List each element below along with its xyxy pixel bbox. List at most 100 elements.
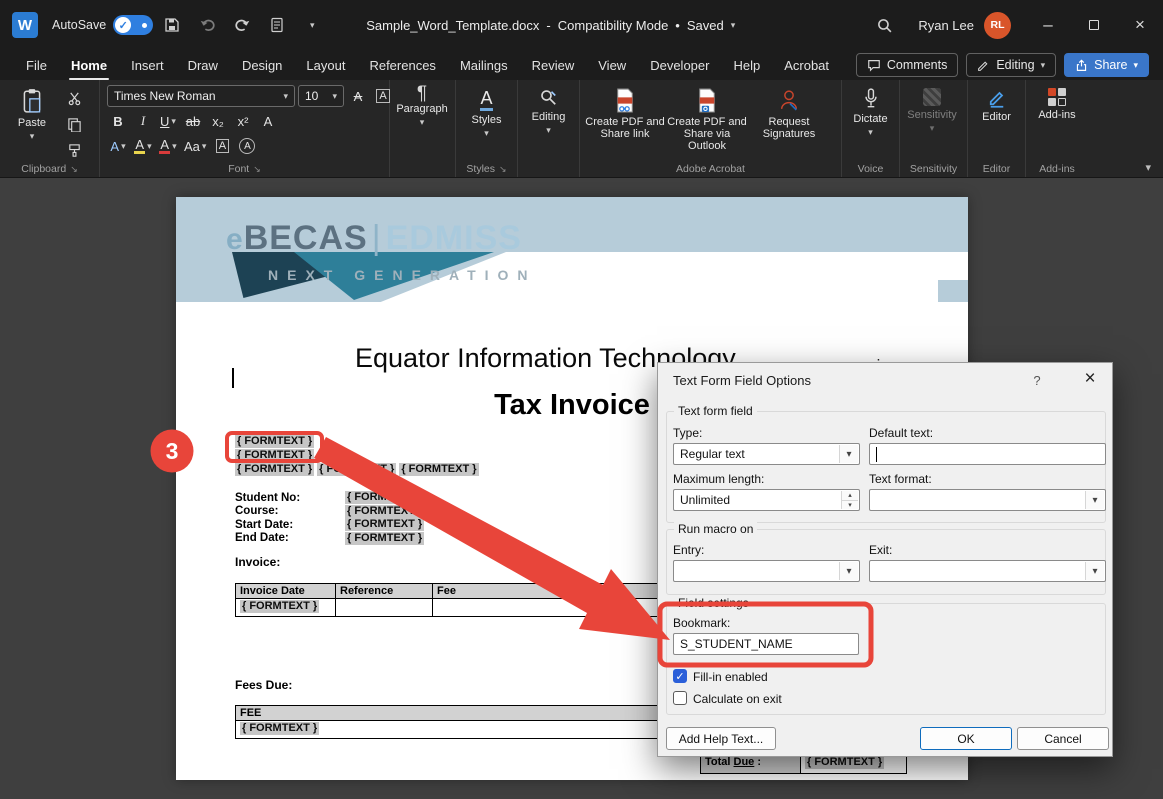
underline-button[interactable]: U▾ (157, 110, 179, 132)
spinner-buttons[interactable]: ▴▾ (841, 491, 858, 509)
highlight-color-button[interactable]: A▾ (132, 135, 154, 157)
formtext-field[interactable]: { FORMTEXT } (399, 463, 478, 476)
formtext-field[interactable]: { FORMTEXT } (235, 449, 314, 462)
search-button[interactable] (868, 9, 900, 41)
formtext-field[interactable]: { FORMTEXT } (235, 435, 314, 448)
comments-button[interactable]: Comments (856, 53, 958, 77)
entry-macro-select[interactable]: ▾ (673, 560, 860, 582)
cancel-button[interactable]: Cancel (1017, 727, 1109, 750)
tab-help[interactable]: Help (721, 50, 772, 80)
tab-draw[interactable]: Draw (176, 50, 230, 80)
editor-button[interactable]: Editor (972, 85, 1021, 123)
dialog-close-button[interactable]: × (1072, 365, 1108, 393)
dictate-button[interactable]: Dictate ▾ (846, 85, 895, 137)
bookmark-input[interactable]: S_STUDENT_NAME (673, 633, 859, 655)
add-help-text-button[interactable]: Add Help Text... (666, 727, 776, 750)
user-avatar[interactable]: RL (984, 12, 1011, 39)
character-shading-button[interactable]: A (211, 135, 233, 157)
formtext-field[interactable]: { FORMTEXT } (345, 518, 424, 531)
formtext-field[interactable]: { FORMTEXT } (345, 505, 424, 518)
quick-access-more-button[interactable]: ▾ (296, 9, 328, 41)
subscript-button[interactable]: x₂ (207, 110, 229, 132)
clipboard-small-buttons (63, 85, 85, 161)
fill-in-enabled-label[interactable]: Fill-in enabled (693, 670, 768, 684)
change-case-button[interactable]: Aa▾ (182, 135, 208, 157)
styles-group-label[interactable]: Styles↘ (456, 163, 517, 175)
type-select[interactable]: Regular text ▾ (673, 443, 860, 465)
enclose-characters-button[interactable]: A (236, 135, 258, 157)
chevron-down-icon[interactable]: ▾ (1085, 562, 1104, 580)
paragraph-button[interactable]: ¶ Paragraph ▾ (394, 85, 450, 127)
bold-button[interactable]: B (107, 110, 129, 132)
exit-macro-select[interactable]: ▾ (869, 560, 1106, 582)
tab-view[interactable]: View (586, 50, 638, 80)
text-effects-button[interactable]: A▾ (107, 135, 129, 157)
ok-button[interactable]: OK (920, 727, 1012, 750)
clear-formatting-button[interactable]: A (347, 85, 369, 107)
formtext-field[interactable]: { FORMTEXT } (345, 491, 424, 504)
share-button[interactable]: Share ▾ (1064, 53, 1149, 77)
tab-review[interactable]: Review (520, 50, 587, 80)
create-pdf-share-link-button[interactable]: Create PDF and Share link (584, 85, 666, 140)
autosave-toggle[interactable]: ✓ (113, 15, 153, 35)
read-aloud-button[interactable] (261, 9, 293, 41)
chevron-down-icon[interactable]: ▾ (839, 562, 858, 580)
maximum-length-spinner[interactable]: Unlimited ▴▾ (673, 489, 860, 511)
formtext-field[interactable]: { FORMTEXT } (240, 722, 319, 735)
strikethrough-button[interactable]: ab (182, 110, 204, 132)
cut-button[interactable] (63, 87, 85, 109)
minimize-button[interactable]: – (1025, 0, 1071, 50)
text-format-select[interactable]: ▾ (869, 489, 1106, 511)
chevron-down-icon: ▾ (30, 132, 35, 141)
chevron-down-icon[interactable]: ▾ (1085, 491, 1104, 509)
superscript-button[interactable]: x² (232, 110, 254, 132)
dialog-help-button[interactable]: ? (1026, 373, 1048, 388)
font-group-label[interactable]: Font↘ (100, 163, 389, 175)
calculate-on-exit-checkbox[interactable] (673, 691, 687, 705)
phonetic-guide-button[interactable]: A (257, 110, 279, 132)
tab-insert[interactable]: Insert (119, 50, 176, 80)
user-name[interactable]: Ryan Lee (918, 18, 974, 33)
tab-file[interactable]: File (14, 50, 59, 80)
formtext-field[interactable]: { FORMTEXT } (235, 463, 314, 476)
tab-design[interactable]: Design (230, 50, 294, 80)
undo-button[interactable] (191, 9, 223, 41)
sensitivity-button[interactable]: Sensitivity ▾ (904, 85, 960, 133)
tab-mailings[interactable]: Mailings (448, 50, 520, 80)
font-size-select[interactable]: 10▾ (298, 85, 344, 107)
clipboard-group-label[interactable]: Clipboard↘ (0, 163, 99, 175)
save-button[interactable] (156, 9, 188, 41)
create-pdf-share-outlook-button[interactable]: Create PDF and Share via Outlook (666, 85, 748, 152)
bookmark-label: Bookmark: (673, 616, 730, 630)
addins-button[interactable]: Add-ins (1030, 85, 1084, 121)
fill-in-enabled-checkbox[interactable]: ✓ (673, 669, 687, 683)
font-name-select[interactable]: Times New Roman▾ (107, 85, 295, 107)
editing-mode-button[interactable]: Editing ▾ (966, 53, 1056, 77)
tab-references[interactable]: References (357, 50, 447, 80)
copy-button[interactable] (63, 113, 85, 135)
editing-button[interactable]: Editing ▾ (522, 85, 575, 135)
italic-button[interactable]: I (132, 110, 154, 132)
formtext-field[interactable]: { FORMTEXT } (240, 600, 319, 613)
document-title[interactable]: Sample_Word_Template.docx - Compatibilit… (366, 18, 735, 33)
formtext-field[interactable]: { FORMTEXT } (317, 463, 396, 476)
collapse-ribbon-button[interactable]: ▾ (1145, 161, 1151, 174)
chevron-down-icon[interactable]: ▾ (839, 445, 858, 463)
formtext-field[interactable]: { FORMTEXT } (345, 532, 424, 545)
font-color-button[interactable]: A▾ (157, 135, 179, 157)
styles-button[interactable]: A Styles ▾ (460, 85, 513, 138)
maximize-button[interactable] (1071, 0, 1117, 50)
redo-button[interactable] (226, 9, 258, 41)
tab-layout[interactable]: Layout (294, 50, 357, 80)
tab-developer[interactable]: Developer (638, 50, 721, 80)
format-painter-button[interactable] (63, 139, 85, 161)
title-bullet: • (675, 18, 680, 33)
close-button[interactable]: × (1117, 0, 1163, 50)
default-text-input[interactable] (869, 443, 1106, 465)
tab-home[interactable]: Home (59, 50, 119, 80)
calculate-on-exit-label[interactable]: Calculate on exit (693, 692, 782, 706)
tab-acrobat[interactable]: Acrobat (772, 50, 841, 80)
paste-button[interactable]: Paste ▾ (4, 85, 60, 141)
formtext-field[interactable]: { FORMTEXT } (805, 756, 884, 769)
request-signatures-button[interactable]: Request Signatures (748, 85, 830, 140)
